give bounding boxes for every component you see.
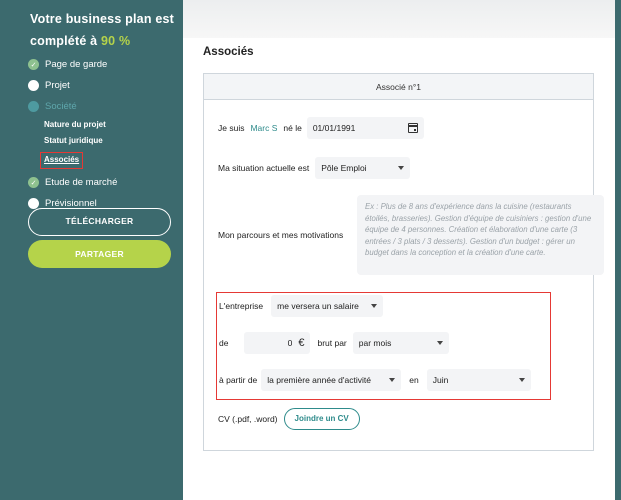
subitem-nature-du-projet[interactable]: Nature du projet [44,117,117,133]
chevron-down-icon [436,341,443,345]
top-banner [183,0,615,38]
sidebar-nav: ✓ Page de garde Projet Société Nature du… [28,54,117,214]
sidebar-item-projet[interactable]: Projet [28,75,117,96]
brut-par-label: brut par [317,338,347,348]
right-edge [615,0,621,500]
cv-label: CV (.pdf, .word) [218,414,278,424]
chevron-down-icon [518,378,525,382]
entreprise-label: L'entreprise [219,301,264,311]
check-icon: ✓ [28,59,39,70]
associate-name-link[interactable]: Marc S [250,123,277,133]
motivations-textarea[interactable]: Ex : Plus de 8 ans d'expérience dans la … [357,195,604,275]
amount-value: 0 [287,338,293,348]
period-value: par mois [358,338,392,348]
chevron-down-icon [398,166,405,170]
entreprise-select[interactable]: me versera un salaire [271,295,384,317]
download-button[interactable]: TÉLÉCHARGER [28,208,171,236]
sidebar-subnav: Nature du projet Statut juridique Associ… [40,117,117,169]
month-select[interactable]: Juin [426,369,531,391]
card-header: Associé n°1 [204,74,593,100]
motivations-label: Mon parcours et mes motivations [218,230,344,240]
motivations-row: Mon parcours et mes motivations [218,230,343,240]
circle-icon [28,80,39,91]
associate-card: Associé n°1 Je suis Marc S né le 01/01/1… [203,73,604,451]
situation-label: Ma situation actuelle est [218,163,310,173]
situation-select[interactable]: Pôle Emploi [315,157,411,179]
progress-percentage: 90 % [101,34,131,48]
situation-value: Pôle Emploi [321,163,367,173]
de-label: de [219,338,229,348]
amount-input[interactable]: 0 € [244,332,311,354]
subitem-statut-juridique[interactable]: Statut juridique [44,133,117,149]
sidebar-item-label: Projet [45,80,70,91]
en-label: en [409,375,419,385]
sidebar-item-label: Etude de marché [45,177,118,188]
main-content: Associés Associé n°1 Je suis Marc S né l… [183,0,615,500]
start-row: à partir de la première année d'activité… [219,369,531,391]
sidebar-item-page-de-garde[interactable]: ✓ Page de garde [28,54,117,75]
chevron-down-icon [389,378,396,382]
subitem-associes[interactable]: Associés [40,152,84,169]
amount-row: de 0 € brut par par mois [219,332,449,354]
start-value: la première année d'activité [267,375,371,385]
progress-title: Votre business plan est complété à 90 % [30,8,180,52]
page-title: Associés [203,46,254,58]
period-select[interactable]: par mois [352,332,449,354]
ne-le-label: né le [283,123,302,133]
identity-row: Je suis Marc S né le 01/01/1991 [218,117,424,139]
share-button[interactable]: PARTAGER [28,240,171,268]
salary-highlight-box: L'entreprise me versera un salaire de 0 … [216,292,551,400]
a-partir-label: à partir de [219,375,258,385]
entreprise-row: L'entreprise me versera un salaire [219,295,384,317]
attach-cv-button[interactable]: Joindre un CV [283,408,360,430]
birthdate-field[interactable]: 01/01/1991 [306,117,424,139]
chevron-down-icon [371,304,378,308]
sidebar-item-societe[interactable]: Société [28,96,117,117]
sidebar-item-etude-de-marche[interactable]: ✓ Etude de marché [28,172,117,193]
entreprise-value: me versera un salaire [277,301,359,311]
sidebar-item-label: Page de garde [45,59,108,70]
start-select[interactable]: la première année d'activité [261,369,402,391]
je-suis-label: Je suis [218,123,245,133]
birthdate-value: 01/01/1991 [312,123,356,133]
cv-row: CV (.pdf, .word) Joindre un CV [218,408,360,430]
situation-row: Ma situation actuelle est Pôle Emploi [218,157,411,179]
circle-icon [28,198,39,209]
check-icon: ✓ [28,177,39,188]
calendar-icon[interactable] [407,123,418,133]
sidebar: Votre business plan est complété à 90 % … [0,0,183,500]
euro-icon: € [298,337,305,349]
circle-icon [28,101,39,112]
month-value: Juin [432,375,449,385]
sidebar-item-label: Société [45,101,77,112]
